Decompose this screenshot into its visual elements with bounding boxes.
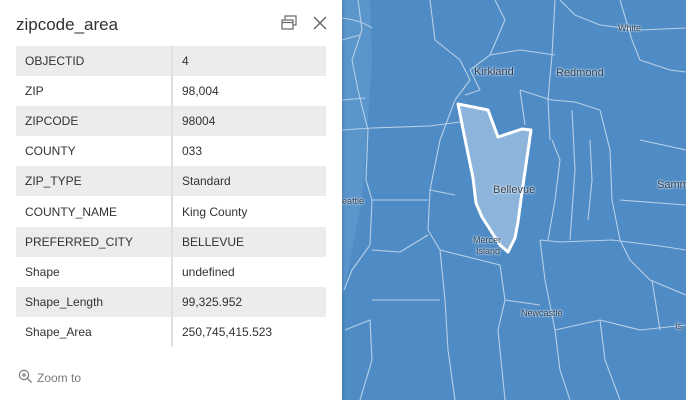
attribute-value: BELLEVUE xyxy=(182,234,245,249)
zoom-to-label: Zoom to xyxy=(37,371,82,385)
attribute-key: ZIP xyxy=(16,76,173,107)
table-row: COUNTY 033 xyxy=(16,136,326,167)
attribute-value: 99,325.952 xyxy=(182,294,243,309)
attribute-value: Standard xyxy=(182,174,231,189)
popup-title: zipcode_area xyxy=(16,15,119,34)
attribute-value: undefined xyxy=(182,264,235,279)
zoom-in-icon xyxy=(18,369,33,387)
map-label-mercer: Mercer xyxy=(473,235,502,245)
table-row: Shape_Area 250,745,415.523 xyxy=(16,316,326,347)
attribute-table: OBJECTID 4 ZIP 98,004 ZIPCODE 98004 COUN… xyxy=(16,46,326,347)
map-label-bellevue: Bellevue xyxy=(493,184,536,196)
table-row: Shape undefined xyxy=(16,256,326,287)
zoom-to-button[interactable]: Zoom to xyxy=(18,369,82,387)
attribute-value: 4 xyxy=(182,54,189,69)
table-row: COUNTY_NAME King County xyxy=(16,196,326,227)
map-label-seattle: eattle xyxy=(342,196,365,206)
map-label-is: Is xyxy=(675,321,683,331)
table-row: Shape_Length 99,325.952 xyxy=(16,286,326,317)
popup-header: zipcode_area xyxy=(0,0,342,44)
map-label-kirkland: Kirkland xyxy=(474,66,514,78)
attribute-key: Shape_Area xyxy=(16,316,173,347)
attribute-key: COUNTY_NAME xyxy=(16,196,173,227)
attribute-key: Shape_Length xyxy=(16,286,173,317)
attribute-key: Shape xyxy=(16,256,173,287)
map-label-island: Island xyxy=(476,246,501,256)
table-row: ZIP_TYPE Standard xyxy=(16,166,326,197)
attribute-value: King County xyxy=(182,204,248,219)
table-row: OBJECTID 4 xyxy=(16,46,326,77)
attribute-key: OBJECTID xyxy=(16,46,173,77)
attribute-value: 98,004 xyxy=(182,84,219,99)
attribute-value: 250,745,415.523 xyxy=(182,324,273,339)
table-row: ZIP 98,004 xyxy=(16,76,326,107)
attribute-key: PREFERRED_CITY xyxy=(16,226,173,257)
attribute-value: 033 xyxy=(182,144,203,159)
attribute-key: ZIP_TYPE xyxy=(16,166,173,197)
attribute-key: ZIPCODE xyxy=(16,106,173,137)
feature-popup: zipcode_area OBJECTID 4 ZIP 98,004 ZIPCO… xyxy=(0,0,342,400)
map-label-newcastle: Newcastle xyxy=(521,308,563,318)
dock-icon[interactable] xyxy=(280,14,298,32)
map-label-white: White xyxy=(618,23,642,33)
table-row: ZIPCODE 98004 xyxy=(16,106,326,137)
close-icon[interactable] xyxy=(311,14,329,32)
map-label-samm: Samm xyxy=(657,179,686,191)
attribute-key: COUNTY xyxy=(16,136,173,167)
attribute-value: 98004 xyxy=(182,114,216,129)
table-row: PREFERRED_CITY BELLEVUE xyxy=(16,226,326,257)
map-label-redmond: Redmond xyxy=(556,67,604,79)
